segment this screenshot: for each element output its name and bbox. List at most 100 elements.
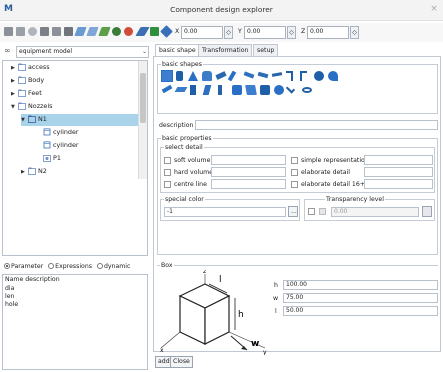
- param-row[interactable]: hole: [5, 301, 18, 308]
- tree-item-access[interactable]: ▶ access: [11, 63, 50, 74]
- vessel-shape-icon[interactable]: [260, 85, 270, 95]
- cone-shape-icon[interactable]: [188, 71, 198, 81]
- tab-setup[interactable]: setup: [253, 44, 279, 56]
- tree-item-body[interactable]: ▶ Body: [11, 76, 44, 87]
- expressions-radio[interactable]: [48, 263, 55, 269]
- soft-volume-field[interactable]: [211, 155, 286, 165]
- pyramid-shape-icon[interactable]: [202, 85, 212, 95]
- elbow-shape-icon[interactable]: [286, 71, 293, 81]
- brush-icon[interactable]: [98, 27, 111, 36]
- window-title: Component design explorer: [170, 5, 273, 14]
- tree-scroll-thumb[interactable]: [140, 73, 146, 123]
- block-icon[interactable]: [64, 27, 73, 36]
- parameter-table[interactable]: Name description dia len hole: [2, 274, 148, 370]
- collapse-arrow-icon[interactable]: ▼: [11, 104, 18, 110]
- ellipse-icon[interactable]: [112, 27, 121, 36]
- transparency-stepper[interactable]: [319, 208, 326, 215]
- wedge-shape-icon[interactable]: [215, 71, 227, 80]
- pillar-shape-icon[interactable]: [218, 85, 222, 95]
- simple-representation-field[interactable]: [364, 155, 433, 165]
- tree-scrollbar[interactable]: [138, 61, 147, 179]
- x-input[interactable]: 0.00: [181, 26, 223, 39]
- move-icon[interactable]: [160, 25, 173, 38]
- tree-item-n1[interactable]: ▼ N1: [21, 114, 139, 126]
- link-icon[interactable]: ∞: [4, 46, 14, 56]
- param-row[interactable]: len: [5, 293, 14, 300]
- transparency-input[interactable]: 0.00: [331, 207, 419, 217]
- centre-line-field[interactable]: [211, 179, 286, 189]
- tree-item-n2[interactable]: ▶ N2: [21, 167, 47, 178]
- layers-icon[interactable]: [16, 27, 25, 36]
- slope-shape-icon[interactable]: [227, 70, 237, 82]
- zoom-icon[interactable]: [124, 27, 133, 36]
- elaborate-detail-16-field[interactable]: [364, 179, 433, 189]
- pen-icon[interactable]: [74, 27, 87, 36]
- column-shape-icon[interactable]: [190, 85, 196, 95]
- plate-shape-icon[interactable]: [174, 87, 188, 92]
- parameter-radio[interactable]: [4, 263, 10, 269]
- bar-shape-icon[interactable]: [271, 72, 283, 77]
- tree-item-feet[interactable]: ▶ Feet: [11, 89, 42, 100]
- torus-shape-icon[interactable]: [302, 87, 312, 93]
- soft-volume-checkbox[interactable]: [164, 157, 171, 164]
- bucket-icon[interactable]: [40, 27, 49, 36]
- close-window-button[interactable]: ×: [425, 0, 443, 20]
- tab-transformation[interactable]: Transformation: [198, 44, 253, 56]
- slab-icon[interactable]: [52, 27, 61, 36]
- tree-item-cylinder-1[interactable]: cylinder: [43, 128, 79, 139]
- model-select[interactable]: equipment model ⌄: [16, 46, 149, 58]
- ramp-shape-icon[interactable]: [243, 71, 255, 79]
- transparency-checkbox[interactable]: [308, 208, 315, 215]
- w-input[interactable]: 75.00: [283, 293, 438, 303]
- elaborate-detail-checkbox[interactable]: [291, 169, 298, 176]
- close-button[interactable]: Close: [170, 356, 193, 368]
- measure-icon[interactable]: [135, 27, 150, 36]
- param-row[interactable]: dia: [5, 285, 14, 292]
- bend-shape-icon[interactable]: [300, 71, 307, 81]
- transparency-spin-icon[interactable]: [422, 206, 432, 217]
- y-input[interactable]: 0.00: [244, 26, 286, 39]
- x-stepper[interactable]: ◇: [224, 26, 233, 39]
- elaborate-detail-16-checkbox[interactable]: [291, 181, 298, 188]
- special-color-input[interactable]: -1: [164, 207, 286, 217]
- y-stepper[interactable]: ◇: [287, 26, 296, 39]
- description-input[interactable]: [195, 120, 438, 130]
- dynamic-radio[interactable]: [96, 263, 103, 269]
- tree-item-cylinder-2[interactable]: cylinder: [43, 141, 79, 152]
- hard-volume-field[interactable]: [211, 167, 286, 177]
- tray-shape-icon[interactable]: [245, 85, 257, 95]
- grid-icon[interactable]: [4, 27, 13, 36]
- l-input[interactable]: 50.00: [283, 306, 438, 316]
- expand-arrow-icon[interactable]: ▶: [21, 169, 28, 175]
- collapse-arrow-icon[interactable]: ▼: [21, 117, 28, 123]
- check-shape-icon[interactable]: [285, 84, 296, 94]
- tree-item-p1[interactable]: P1: [43, 154, 61, 165]
- hard-volume-checkbox[interactable]: [164, 169, 171, 176]
- simple-representation-checkbox[interactable]: [291, 157, 298, 164]
- z-stepper[interactable]: ◇: [350, 26, 359, 39]
- expand-arrow-icon[interactable]: ▶: [11, 65, 18, 71]
- ring-shape-icon[interactable]: [274, 85, 284, 95]
- z-input[interactable]: 0.00: [307, 26, 349, 39]
- tree-item-nozzels[interactable]: ▼ Nozzels: [11, 102, 52, 113]
- h-input[interactable]: 100.00: [283, 280, 438, 290]
- tab-basic-shape[interactable]: basic shape: [155, 44, 200, 56]
- snout-shape-icon[interactable]: [257, 71, 269, 79]
- color-picker-button[interactable]: ...: [288, 206, 298, 217]
- cylinder-shape-icon[interactable]: [176, 71, 183, 81]
- centre-line-checkbox[interactable]: [164, 181, 171, 188]
- dish-shape-icon[interactable]: [202, 71, 212, 81]
- sphere-shape-icon[interactable]: [314, 71, 324, 81]
- frame-shape-icon[interactable]: [232, 85, 242, 95]
- component-tree[interactable]: ▶ access ▶ Body ▶ Feet ▼ Nozzels ▼ N1 cylinde…: [2, 60, 148, 256]
- l-dimension-label: l: [219, 275, 222, 285]
- plane-icon[interactable]: [28, 27, 37, 36]
- flat-bar-shape-icon[interactable]: [161, 84, 173, 94]
- expand-arrow-icon[interactable]: ▶: [11, 91, 18, 97]
- axis-icon[interactable]: [150, 27, 159, 36]
- pencil-icon[interactable]: [86, 27, 99, 36]
- expand-arrow-icon[interactable]: ▶: [11, 78, 18, 84]
- elaborate-detail-field[interactable]: [364, 167, 433, 177]
- nozzle-shape-icon[interactable]: [328, 71, 338, 81]
- box-shape-icon[interactable]: [161, 70, 173, 82]
